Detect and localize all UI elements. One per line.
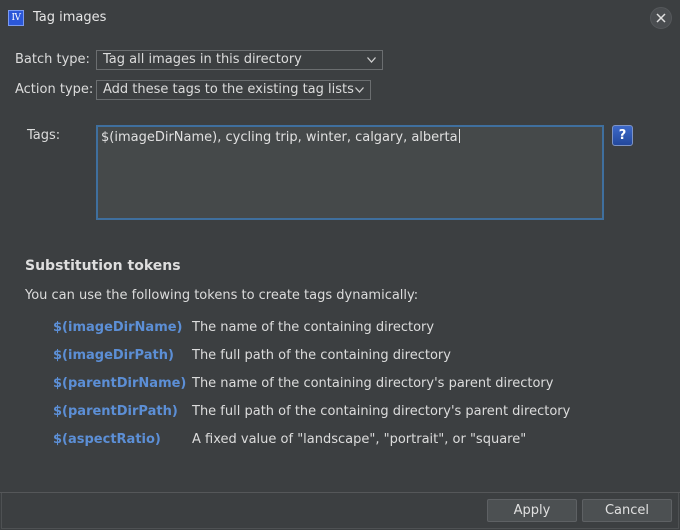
- window-title: Tag images: [33, 10, 107, 25]
- token-description: The name of the containing directory's p…: [192, 376, 554, 391]
- tags-input-text: $(imageDirName), cycling trip, winter, c…: [101, 130, 458, 145]
- action-type-select[interactable]: Add these tags to the existing tag lists: [96, 80, 371, 100]
- action-type-label: Action type:: [15, 82, 94, 97]
- token-description: The full path of the containing director…: [192, 404, 571, 419]
- batch-type-value: Tag all images in this directory: [103, 52, 302, 67]
- token-description: The full path of the containing director…: [192, 348, 451, 363]
- tags-label: Tags:: [27, 128, 61, 143]
- token-description: The name of the containing directory: [192, 320, 435, 335]
- help-button[interactable]: ?: [612, 125, 633, 146]
- app-icon: IV: [8, 10, 24, 26]
- token-description: A fixed value of "landscape", "portrait"…: [192, 432, 527, 447]
- button-bar: [1, 493, 679, 529]
- token-name: $(imageDirName): [53, 320, 183, 335]
- substitution-intro: You can use the following tokens to crea…: [25, 288, 419, 303]
- token-name: $(imageDirPath): [53, 348, 174, 363]
- token-name: $(aspectRatio): [53, 432, 161, 447]
- title-bar: IV Tag images: [0, 0, 680, 36]
- tags-input[interactable]: $(imageDirName), cycling trip, winter, c…: [96, 125, 604, 220]
- help-icon: ?: [618, 128, 627, 143]
- apply-button[interactable]: Apply: [487, 499, 577, 522]
- action-type-value: Add these tags to the existing tag lists: [103, 82, 354, 97]
- batch-type-label: Batch type:: [15, 52, 90, 67]
- close-button[interactable]: [650, 7, 672, 29]
- substitution-heading: Substitution tokens: [25, 258, 181, 274]
- chevron-down-icon: [355, 87, 364, 93]
- close-icon: [656, 13, 666, 23]
- cancel-button[interactable]: Cancel: [582, 499, 672, 522]
- text-caret: [458, 129, 460, 143]
- batch-type-select[interactable]: Tag all images in this directory: [96, 50, 383, 70]
- token-name: $(parentDirName): [53, 376, 187, 391]
- token-name: $(parentDirPath): [53, 404, 178, 419]
- chevron-down-icon: [367, 57, 376, 63]
